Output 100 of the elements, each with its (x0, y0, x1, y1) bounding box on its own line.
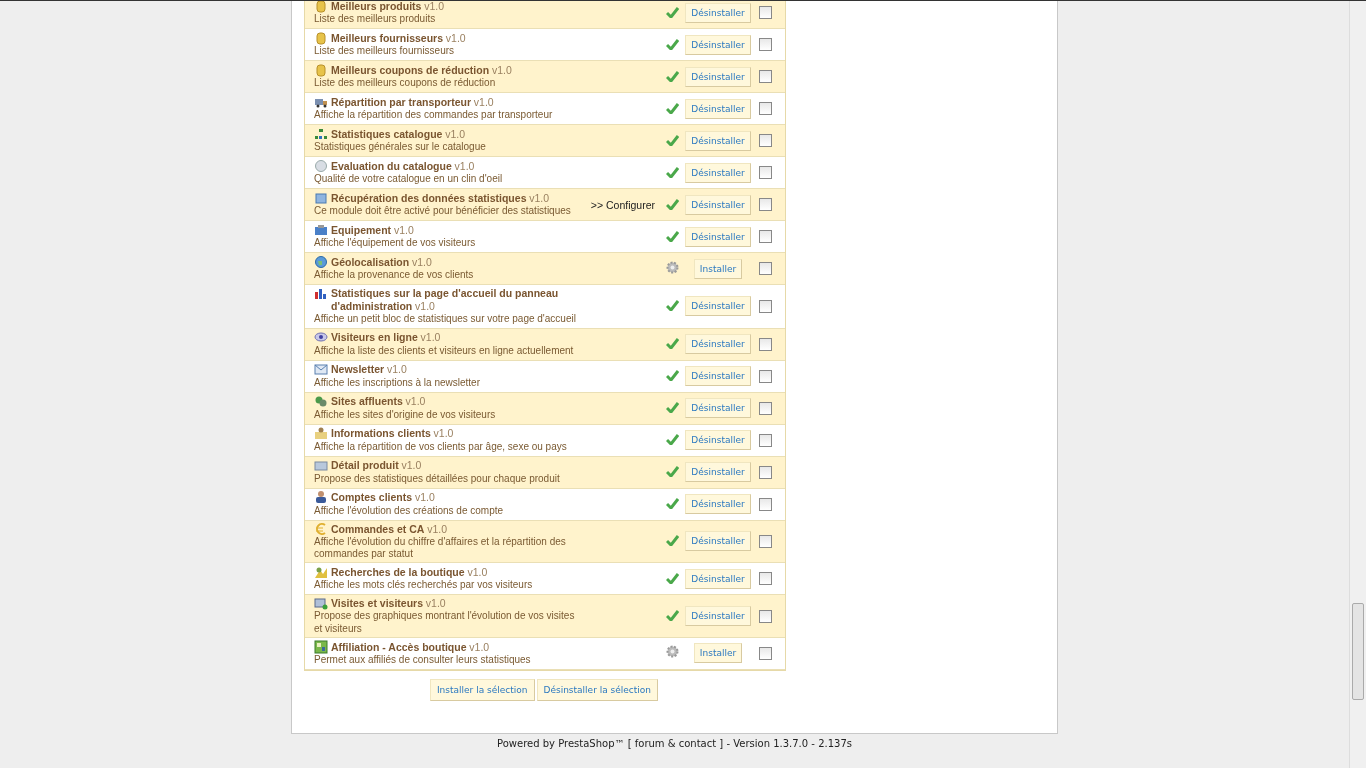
module-action-button[interactable]: Désinstaller (685, 98, 751, 119)
module-description: Affiche l'évolution des créations de compte (314, 504, 504, 516)
module-checkbox[interactable] (758, 433, 772, 447)
module-checkbox[interactable] (758, 6, 772, 19)
module-description: Affiche l'équipement de vos visiteurs (314, 237, 476, 248)
module-icon (314, 190, 328, 205)
forum-contact-link[interactable]: [ forum & contact ] (627, 738, 724, 749)
module-description: Liste des meilleurs produits (314, 13, 436, 24)
module-icon (314, 330, 328, 345)
module-action-button[interactable]: Désinstaller (685, 494, 751, 515)
module-description: Ce module doit être activé pour bénéficier des statistiques (314, 205, 571, 216)
module-checkbox[interactable] (758, 38, 772, 51)
module-icon (314, 1, 328, 13)
module-title: Répartition par transporteur v1.0 (331, 95, 494, 109)
module-action-button[interactable]: Désinstaller (685, 430, 751, 451)
module-icon (314, 596, 328, 611)
module-description: Affiche la provenance de vos clients (314, 269, 474, 280)
module-checkbox[interactable] (758, 134, 772, 147)
module-action-button[interactable]: Désinstaller (685, 34, 751, 55)
module-title: Meilleurs coupons de réduction v1.0 (331, 63, 512, 77)
module-checkbox[interactable] (758, 609, 772, 623)
module-title: Géolocalisation v1.0 (331, 255, 432, 269)
module-checkbox[interactable] (758, 572, 772, 586)
module-action-button[interactable]: Désinstaller (685, 462, 751, 483)
module-action-button[interactable]: Installer (693, 258, 743, 279)
module-icon (314, 426, 328, 441)
module-checkbox[interactable] (758, 369, 772, 383)
module-icon (314, 126, 328, 141)
module-action-button[interactable]: Désinstaller (685, 398, 751, 419)
module-action-button[interactable]: Désinstaller (685, 334, 751, 355)
module-description: Affiche la liste des clients et visiteurs en ligne actuellement (314, 344, 574, 356)
module-icon (314, 490, 328, 505)
module-title: Evaluation du catalogue v1.0 (331, 159, 475, 173)
module-description: Affiche les inscriptions à la newsletter (314, 376, 480, 388)
module-description: Affiche les mots clés recherchés par vos visiteurs (314, 579, 533, 591)
module-action-button[interactable]: Désinstaller (685, 366, 751, 387)
module-description: Liste des meilleurs coupons de réduction (314, 77, 496, 88)
module-title: Recherches de la boutique v1.0 (331, 566, 488, 580)
module-checkbox[interactable] (758, 230, 772, 243)
module-icon (314, 565, 328, 579)
module-description: Liste des meilleurs fournisseurs (314, 45, 455, 56)
footer-text: Powered by PrestaShop™ [ forum & contact ] - Version 1.3.7.0 - 2.137s (497, 738, 852, 749)
scrollbar-thumb[interactable] (1352, 603, 1364, 700)
module-checkbox[interactable] (758, 102, 772, 115)
module-action-button[interactable]: Désinstaller (685, 194, 751, 215)
module-title: Visiteurs en ligne v1.0 (331, 331, 441, 345)
module-title: Sites affluents v1.0 (331, 395, 426, 409)
module-title: Statistiques sur la page d'accueil du panneau d'administration v1.0 (331, 287, 560, 314)
module-action-button[interactable]: Désinstaller (685, 531, 751, 552)
module-icon (314, 394, 328, 409)
module-action-button[interactable]: Désinstaller (685, 226, 751, 247)
module-title: Détail produit v1.0 (331, 459, 422, 473)
module-title: Informations clients v1.0 (331, 427, 454, 441)
module-description: Affiche un petit bloc de statistiques sur votre page d'accueil (314, 313, 576, 325)
module-description: Statistiques générales sur le catalogue (314, 141, 486, 152)
configure-link[interactable]: >> Configurer (586, 198, 659, 211)
module-checkbox[interactable] (758, 70, 772, 83)
module-title: Meilleurs fournisseurs v1.0 (331, 31, 466, 45)
module-action-button[interactable]: Désinstaller (685, 568, 751, 589)
module-description: Affiche l'évolution du chiffre d'affaires et la répartition des commandes par statut (314, 535, 566, 559)
bulk-action-button[interactable]: Désinstaller la sélection (536, 678, 659, 701)
module-title: Equipement v1.0 (331, 223, 414, 237)
module-checkbox[interactable] (758, 497, 772, 511)
module-action-button[interactable]: Désinstaller (685, 66, 751, 87)
module-icon (314, 158, 328, 173)
module-action-button[interactable]: Installer (693, 643, 743, 664)
module-checkbox[interactable] (758, 262, 772, 275)
bulk-action-button[interactable]: Installer la sélection (429, 678, 535, 701)
module-checkbox[interactable] (758, 198, 772, 211)
module-icon (314, 254, 328, 269)
module-checkbox[interactable] (758, 337, 772, 351)
module-icon (314, 222, 328, 237)
module-title: Commandes et CA v1.0 (331, 522, 447, 536)
module-action-button[interactable]: Désinstaller (685, 606, 751, 626)
module-action-button[interactable]: Désinstaller (685, 130, 751, 151)
module-checkbox[interactable] (758, 401, 772, 415)
module-title: Récupération des données statistiques v1.0 (331, 191, 550, 205)
module-checkbox[interactable] (758, 166, 772, 179)
module-icon (314, 362, 328, 377)
module-description: Affiche la répartition de vos clients par âge, sexe ou pays (314, 440, 567, 452)
module-action-button[interactable]: Désinstaller (685, 296, 751, 317)
module-action-button[interactable]: Désinstaller (685, 2, 751, 23)
module-icon (314, 639, 328, 654)
module-title: Comptes clients v1.0 (331, 491, 435, 505)
module-description: Propose des graphiques montrant l'évolution de vos visites et visiteurs (314, 610, 575, 634)
module-title: Newsletter v1.0 (331, 363, 407, 377)
module-title: Affiliation - Accès boutique v1.0 (331, 640, 490, 654)
module-checkbox[interactable] (758, 299, 772, 313)
module-action-button[interactable]: Désinstaller (685, 162, 751, 183)
module-description: Affiche les sites d'origine de vos visiteurs (314, 408, 496, 420)
module-checkbox[interactable] (758, 646, 772, 660)
module-title: Visites et visiteurs v1.0 (331, 597, 446, 611)
module-checkbox[interactable] (758, 534, 772, 548)
module-icon (314, 458, 328, 473)
module-checkbox[interactable] (758, 465, 772, 479)
module-description: Permet aux affiliés de consulter leurs statistiques (314, 653, 531, 665)
module-icon (314, 30, 328, 45)
module-icon (314, 286, 328, 300)
module-description: Affiche la répartition des commandes par transporteur (314, 109, 553, 120)
module-description: Propose des statistiques détaillées pour chaque produit (314, 472, 560, 484)
